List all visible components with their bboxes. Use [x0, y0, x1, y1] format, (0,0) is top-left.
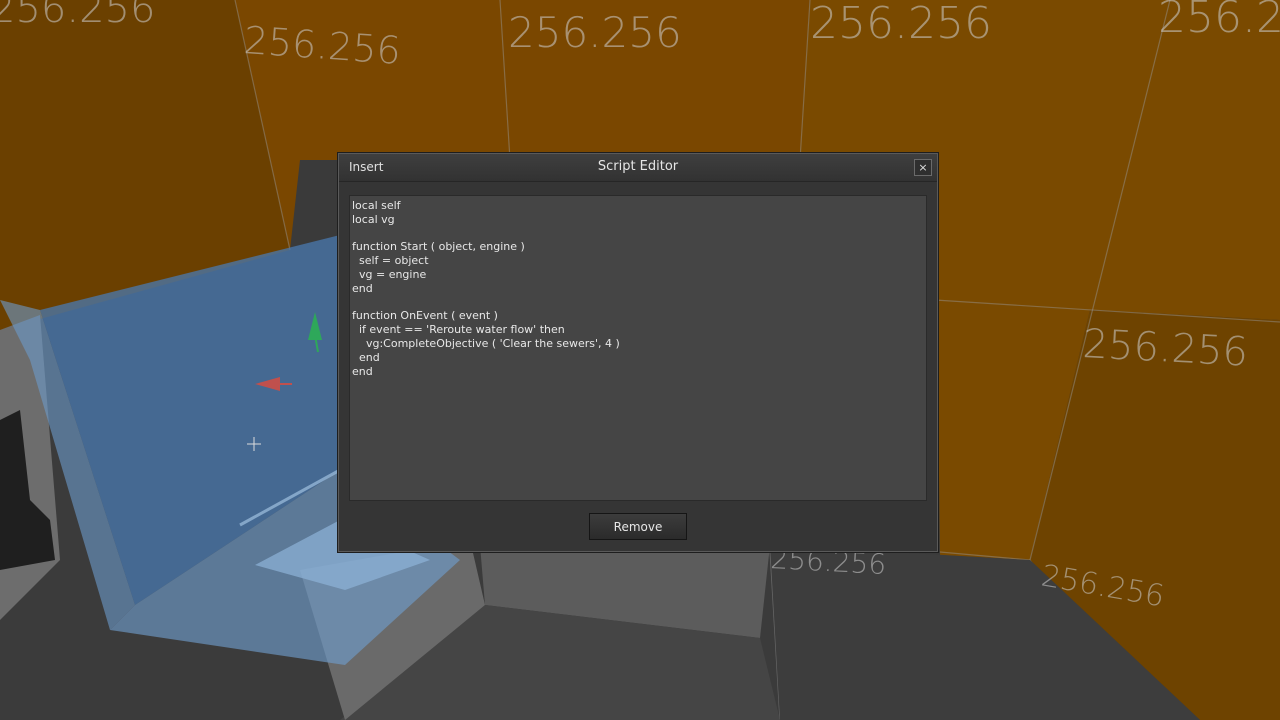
script-editor-dialog: Insert Script Editor × local self local …	[338, 153, 938, 552]
grid-label: 256.256	[1081, 321, 1249, 376]
script-code-editor[interactable]: local self local vg function Start ( obj…	[350, 196, 926, 500]
grid-label: 256.256	[0, 0, 155, 32]
close-icon: ×	[918, 161, 928, 174]
dialog-titlebar[interactable]: Insert Script Editor ×	[339, 154, 937, 182]
dialog-title: Script Editor	[597, 159, 679, 174]
grid-label: 256.256	[1158, 0, 1280, 43]
grid-label: 256.256	[508, 8, 682, 57]
grid-label: 256.256	[810, 0, 992, 49]
remove-button[interactable]: Remove	[589, 513, 687, 540]
close-button[interactable]: ×	[914, 159, 932, 176]
insert-menu[interactable]: Insert	[349, 160, 383, 174]
code-editor-container: local self local vg function Start ( obj…	[349, 195, 927, 501]
